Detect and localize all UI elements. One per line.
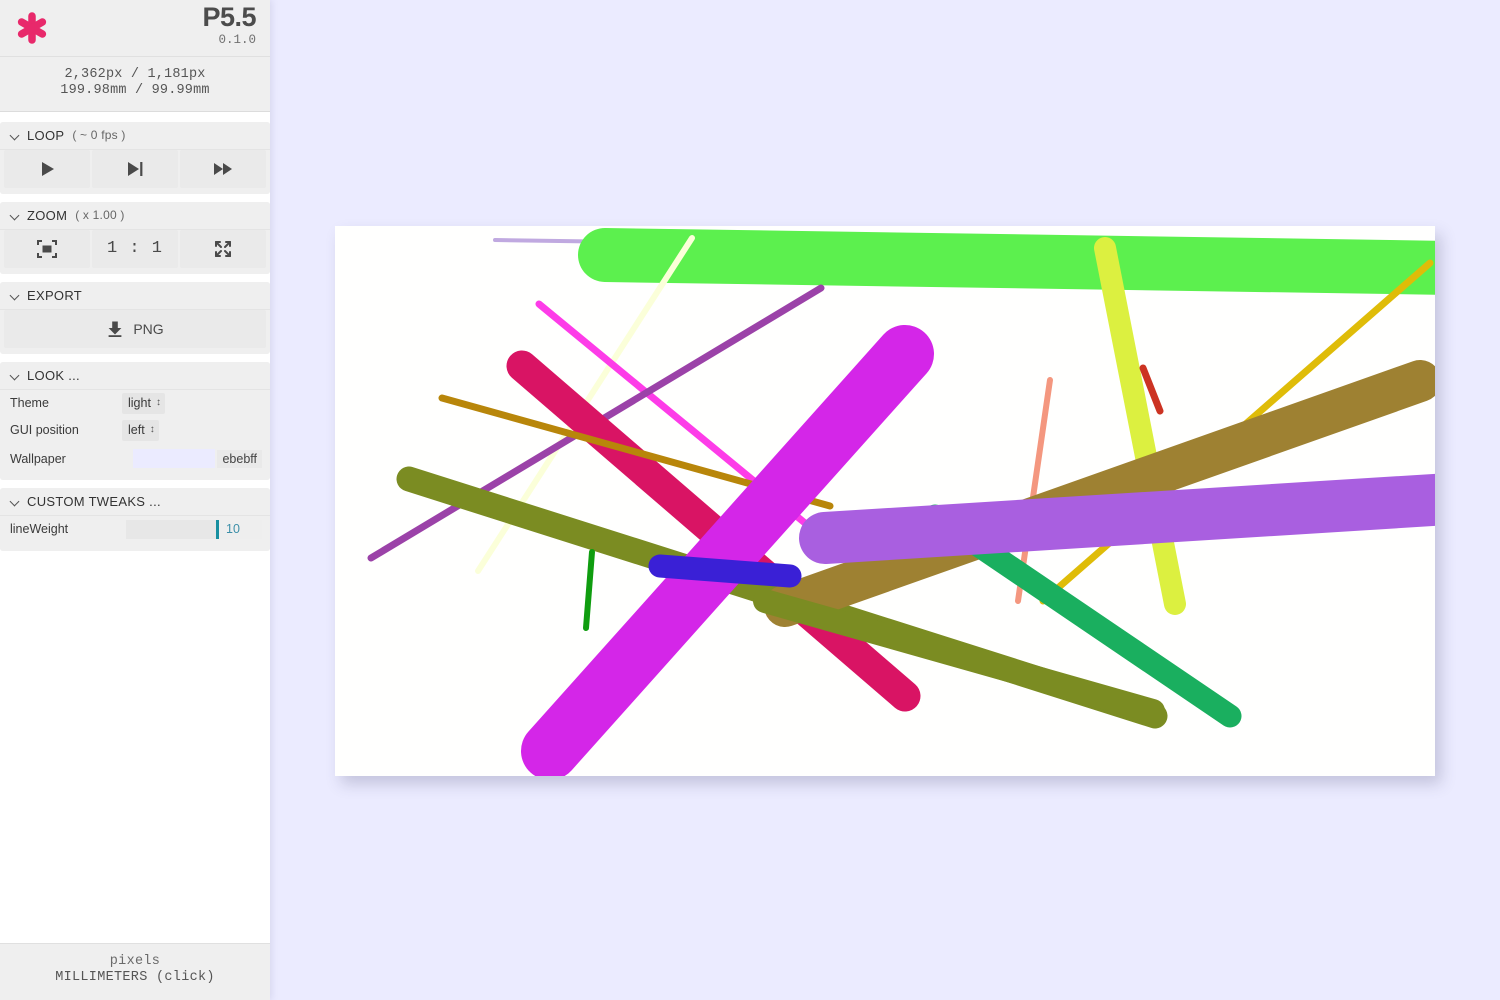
- zoom-panel: ZOOM ( x 1.00 ) 1 : 1: [0, 202, 270, 274]
- fit-frame-icon: [35, 238, 59, 260]
- dimensions-pixels: 2,362px / 1,181px: [0, 67, 270, 83]
- updown-arrows-icon: ↕: [150, 425, 155, 435]
- zoom-section-header[interactable]: ZOOM ( x 1.00 ): [0, 202, 270, 230]
- loop-button-row: [0, 150, 270, 194]
- bright-green-thick: [605, 255, 1435, 268]
- look-panel: LOOK ... Theme light ↕ GUI position left…: [0, 362, 270, 480]
- lineweight-slider-handle[interactable]: [216, 520, 219, 539]
- play-button[interactable]: [4, 150, 90, 188]
- canvas-dimensions: 2,362px / 1,181px 199.98mm / 99.99mm: [0, 57, 270, 112]
- app-version: 0.1.0: [218, 34, 256, 47]
- units-millimeters-label: MILLIMETERS (click): [0, 970, 270, 986]
- sketch-canvas-stage[interactable]: [335, 226, 1435, 776]
- lineweight-row: lineWeight 10: [0, 516, 270, 543]
- theme-select[interactable]: light ↕: [122, 393, 165, 414]
- zoom-section-title: ZOOM: [27, 208, 67, 223]
- sidebar-header: P5.5 0.1.0: [0, 0, 270, 57]
- dimensions-millimeters: 199.98mm / 99.99mm: [0, 83, 270, 99]
- chevron-down-icon: [10, 496, 21, 507]
- blue-short-thick: [660, 566, 790, 576]
- chevron-down-icon: [10, 210, 21, 221]
- step-forward-icon: [125, 159, 145, 179]
- look-section-header[interactable]: LOOK ...: [0, 362, 270, 390]
- gui-position-select[interactable]: left ↕: [122, 420, 159, 441]
- lineweight-label: lineWeight: [10, 522, 122, 536]
- sketch-canvas[interactable]: [335, 226, 1435, 776]
- export-png-button[interactable]: PNG: [4, 310, 266, 348]
- wallpaper-label: Wallpaper: [10, 452, 122, 466]
- export-button-row: PNG: [0, 310, 270, 354]
- loop-section-title: LOOP: [27, 128, 64, 143]
- chevron-down-icon: [10, 130, 21, 141]
- gui-position-value: left: [128, 423, 145, 437]
- chevron-down-icon: [10, 290, 21, 301]
- lineweight-slider[interactable]: [126, 520, 219, 539]
- app-title: P5.5: [202, 4, 256, 31]
- fit-button[interactable]: [4, 230, 90, 268]
- expand-arrows-icon: [212, 238, 234, 260]
- export-section-header[interactable]: EXPORT: [0, 282, 270, 310]
- updown-arrows-icon: ↕: [156, 398, 161, 408]
- fast-forward-icon: [212, 159, 234, 179]
- step-button[interactable]: [92, 150, 178, 188]
- units-pixels-label: pixels: [0, 954, 270, 970]
- gui-sidebar: P5.5 0.1.0 2,362px / 1,181px 199.98mm / …: [0, 0, 270, 1000]
- fast-forward-button[interactable]: [180, 150, 266, 188]
- theme-label: Theme: [10, 396, 122, 410]
- custom-tweaks-panel: CUSTOM TWEAKS ... lineWeight 10: [0, 488, 270, 551]
- download-icon: [106, 320, 124, 338]
- zoom-button-row: 1 : 1: [0, 230, 270, 274]
- lineweight-value-input[interactable]: 10: [219, 520, 262, 539]
- loop-panel: LOOP ( ~ 0 fps ): [0, 122, 270, 194]
- wallpaper-color-swatch[interactable]: [133, 449, 215, 468]
- export-panel: EXPORT PNG: [0, 282, 270, 354]
- loop-section-header[interactable]: LOOP ( ~ 0 fps ): [0, 122, 270, 150]
- units-toggle[interactable]: pixels MILLIMETERS (click): [0, 943, 270, 1000]
- chevron-down-icon: [10, 370, 21, 381]
- look-section-title: LOOK ...: [27, 368, 80, 383]
- custom-tweaks-section-header[interactable]: CUSTOM TWEAKS ...: [0, 488, 270, 516]
- wallpaper-row: Wallpaper ebebff: [0, 444, 270, 474]
- fullscreen-button[interactable]: [180, 230, 266, 268]
- play-icon: [37, 159, 57, 179]
- theme-value: light: [128, 396, 151, 410]
- loop-fps-readout: ( ~ 0 fps ): [72, 128, 125, 142]
- export-png-label: PNG: [133, 321, 163, 337]
- gui-position-row: GUI position left ↕: [0, 417, 270, 444]
- actual-size-label: 1 : 1: [107, 239, 163, 258]
- theme-row: Theme light ↕: [0, 390, 270, 417]
- wallpaper-hex-input[interactable]: ebebff: [217, 450, 262, 468]
- asterisk-icon: [14, 10, 50, 46]
- custom-tweaks-section-title: CUSTOM TWEAKS ...: [27, 494, 161, 509]
- gui-position-label: GUI position: [10, 423, 122, 437]
- export-section-title: EXPORT: [27, 288, 82, 303]
- zoom-level-readout: ( x 1.00 ): [75, 208, 124, 222]
- actual-size-button[interactable]: 1 : 1: [92, 230, 178, 268]
